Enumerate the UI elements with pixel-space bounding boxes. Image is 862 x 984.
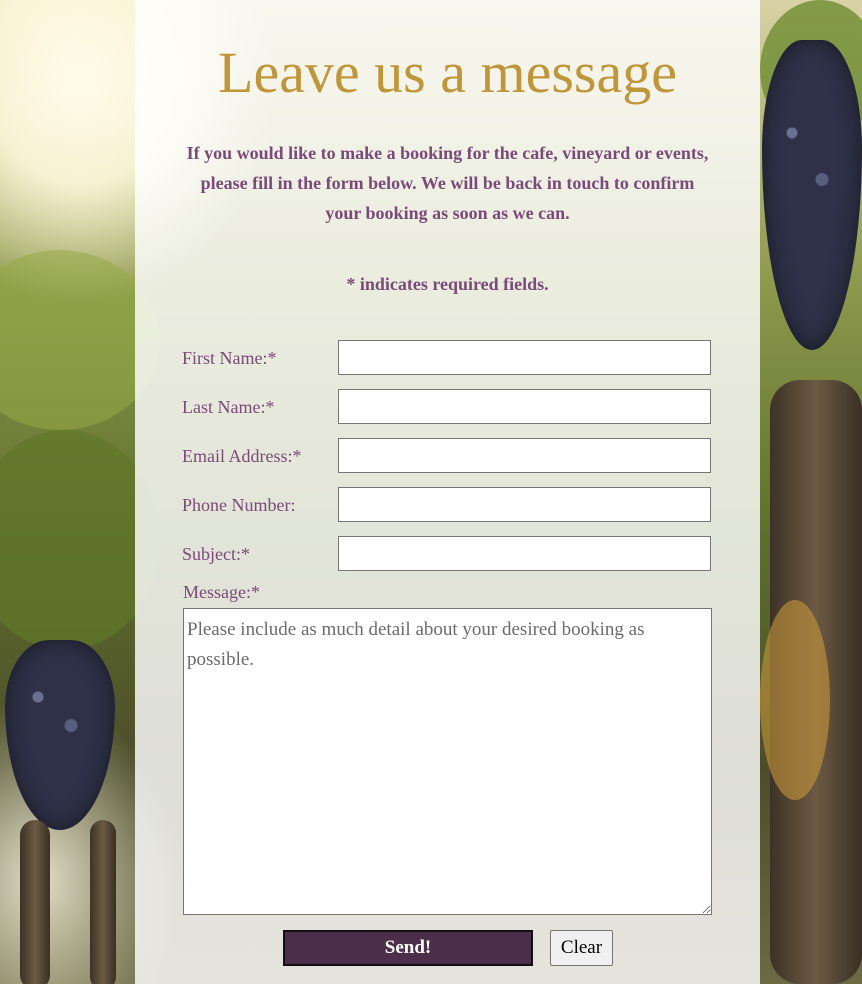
first-name-input[interactable]: [338, 340, 711, 375]
first-name-label: First Name:*: [182, 348, 277, 368]
subject-row: Subject:*: [182, 536, 713, 573]
message-textarea[interactable]: [183, 608, 712, 915]
clear-button[interactable]: Clear: [550, 930, 613, 966]
phone-input[interactable]: [338, 487, 711, 522]
last-name-row: Last Name:*: [182, 389, 713, 426]
intro-text: If you would like to make a booking for …: [186, 143, 709, 223]
email-row: Email Address:*: [182, 438, 713, 475]
email-input[interactable]: [338, 438, 711, 473]
subject-label: Subject:*: [182, 544, 250, 564]
send-button[interactable]: Send!: [283, 930, 533, 966]
phone-row: Phone Number:: [182, 487, 713, 524]
message-label: Message:*: [183, 582, 260, 602]
subject-input[interactable]: [338, 536, 711, 571]
email-label: Email Address:*: [182, 446, 302, 466]
last-name-label: Last Name:*: [182, 397, 275, 417]
last-name-input[interactable]: [338, 389, 711, 424]
required-fields-note: * indicates required fields.: [346, 274, 549, 294]
phone-label: Phone Number:: [182, 495, 296, 515]
page-title: Leave us a message: [218, 40, 677, 105]
first-name-row: First Name:*: [182, 340, 713, 377]
contact-form-panel: Leave us a message If you would like to …: [135, 0, 760, 984]
